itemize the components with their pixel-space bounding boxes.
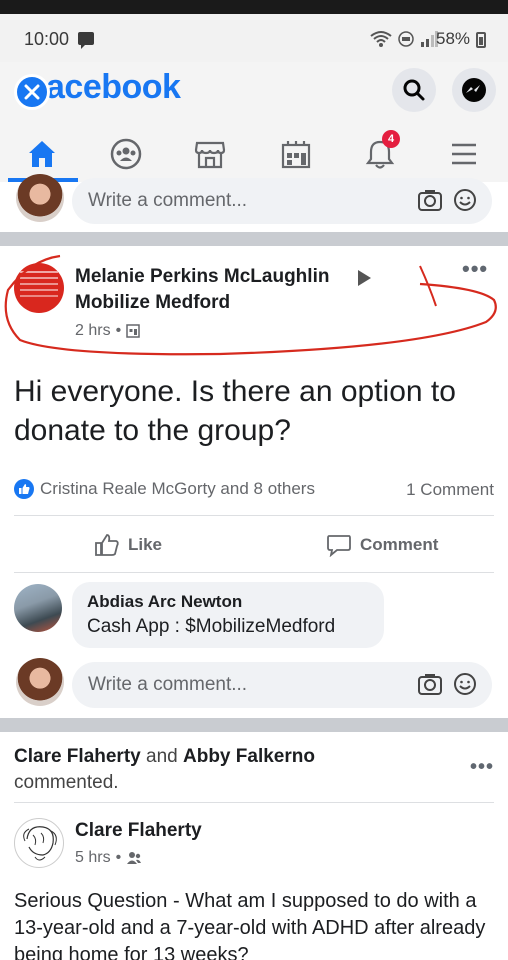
reply-author-avatar[interactable] (14, 584, 62, 632)
wifi-icon (370, 31, 392, 47)
system-icons (370, 30, 438, 48)
next-post-author-name[interactable]: Clare Flaherty (75, 820, 202, 842)
comment-icon (327, 535, 351, 557)
reply-bubble: Abdias Arc Newton Cash App : $MobilizeMe… (72, 582, 384, 648)
comment-count[interactable]: 1 Comment (406, 480, 494, 500)
activity-header: Clare Flaherty and Abby Falkerno comment… (14, 744, 315, 796)
marketplace-icon (194, 141, 226, 169)
activity-user-2[interactable]: Abby Falkerno (183, 746, 315, 767)
activity-user-1[interactable]: Clare Flaherty (14, 746, 141, 767)
like-label: Like (128, 535, 163, 554)
emoji-icon[interactable] (453, 672, 477, 696)
reactions-text: Cristina Reale McGorty and 8 others (40, 479, 315, 498)
avatar (16, 174, 64, 222)
camera-icon[interactable] (417, 672, 443, 696)
status-time: 10:00 (24, 29, 70, 49)
menu-icon (452, 143, 476, 165)
search-icon (403, 79, 425, 101)
avatar (16, 658, 64, 706)
meta-separator: • (115, 849, 122, 866)
close-icon (24, 84, 40, 100)
search-button[interactable] (392, 68, 436, 112)
reply-author-name[interactable]: Abdias Arc Newton (87, 592, 242, 612)
status-bar: 10:00 58% (0, 14, 508, 62)
like-button[interactable]: Like (94, 530, 162, 560)
friends-audience-icon (127, 852, 142, 864)
facebook-logo: acebook (46, 68, 181, 106)
emoji-icon[interactable] (453, 188, 477, 212)
battery-icon (476, 32, 486, 48)
post-more-icon[interactable]: ••• (470, 756, 494, 779)
close-button[interactable] (14, 74, 50, 110)
activity-conjunction: and (146, 746, 178, 767)
top-band (0, 0, 508, 14)
notification-badge: 4 (382, 130, 400, 148)
message-icon (78, 32, 94, 49)
separator (14, 572, 494, 573)
comment-composer-top: Write a comment... (0, 174, 508, 232)
next-post-meta: 5 hrs • (75, 849, 142, 867)
comment-button[interactable]: Comment (326, 530, 438, 560)
activity-suffix: commented. (14, 772, 119, 793)
next-post-text: Serious Question - What am I supposed to… (14, 890, 486, 960)
groups-icon (110, 138, 142, 170)
thumbs-up-icon (95, 534, 119, 556)
like-reaction-icon (14, 479, 34, 499)
reply-text: Cash App : $MobilizeMedford (87, 616, 336, 637)
comment-input[interactable]: Write a comment... (72, 662, 492, 708)
comment-composer: Write a comment... (0, 658, 508, 716)
comment-placeholder: Write a comment... (88, 674, 248, 695)
comment-placeholder: Write a comment... (88, 190, 248, 211)
post-reactions[interactable]: Cristina Reale McGorty and 8 others (14, 479, 315, 499)
home-icon (29, 141, 55, 167)
feed-divider (0, 718, 508, 732)
pages-icon (281, 141, 311, 169)
app-header: acebook 4 (0, 62, 508, 182)
camera-icon[interactable] (417, 188, 443, 212)
messenger-icon (462, 78, 486, 102)
volte-icon (398, 31, 414, 47)
sketch-portrait-icon (23, 826, 57, 861)
battery-percent: 58% (436, 29, 471, 48)
post-text: Hi everyone. Is there an option to donat… (14, 375, 456, 447)
red-circle-annotation (4, 254, 497, 356)
separator (14, 515, 494, 516)
messenger-button[interactable] (452, 68, 496, 112)
comment-input[interactable]: Write a comment... (72, 178, 492, 224)
next-post-author-avatar[interactable] (14, 818, 64, 868)
separator (14, 802, 494, 803)
comment-label: Comment (360, 535, 439, 554)
next-post-time[interactable]: 5 hrs (75, 849, 111, 867)
